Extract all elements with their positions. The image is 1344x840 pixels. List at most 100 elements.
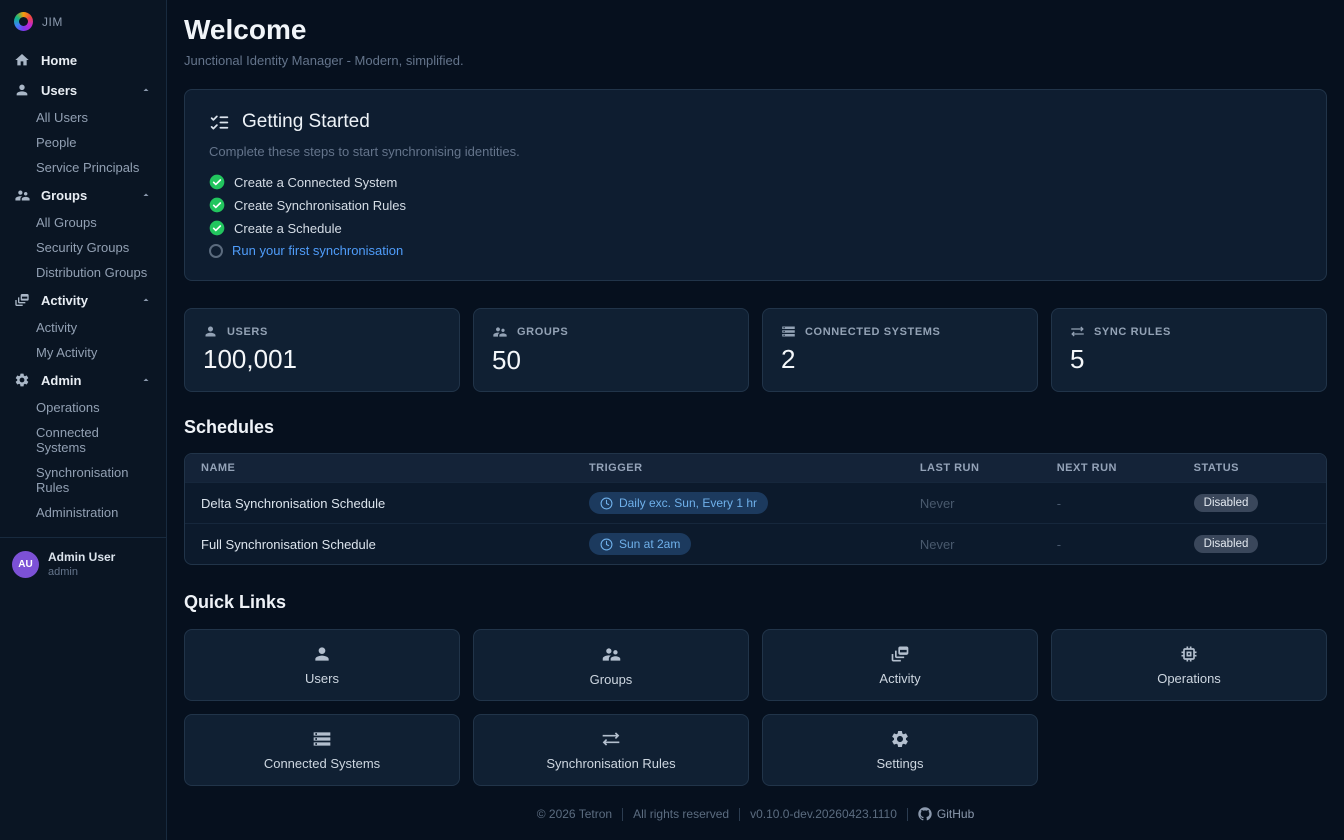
sidebar-item-activity[interactable]: Activity [0,315,166,340]
quick-link-operations[interactable]: Operations [1051,629,1327,701]
stat-value: 100,001 [203,344,441,375]
gear-icon [890,729,910,749]
getting-started-card: Getting Started Complete these steps to … [184,89,1327,281]
column-header-name: NAME [185,454,573,483]
next-run-value: - [1041,483,1178,524]
trigger-badge: Daily exc. Sun, Every 1 hr [589,492,768,514]
footer-copyright: © 2026 Tetron [537,807,612,821]
chevron-up-icon [140,374,152,386]
sidebar-item-service-principals[interactable]: Service Principals [0,155,166,180]
app-logo[interactable]: JIM [0,10,166,45]
person-icon [14,82,30,98]
schedules-table: NAME TRIGGER LAST RUN NEXT RUN STATUS De… [184,453,1327,565]
last-run-value: Never [904,483,1041,524]
clock-icon [600,497,613,510]
app-logo-text: JIM [42,15,63,29]
sidebar-item-operations[interactable]: Operations [0,395,166,420]
main-content: Welcome Junctional Identity Manager - Mo… [167,0,1344,840]
sidebar: JIM Home Users All Users People Service … [0,0,167,840]
sync-arrows-icon [601,729,621,749]
schedule-name: Full Synchronisation Schedule [185,524,573,565]
trigger-badge: Sun at 2am [589,533,691,555]
column-header-status: STATUS [1178,454,1326,483]
quick-links-grid: Users Groups Activity Operations Connect… [184,629,1327,786]
groups-icon [601,644,622,665]
footer: © 2026 Tetron All rights reserved v0.10.… [184,807,1327,821]
layers-icon [14,292,30,308]
sidebar-item-administration[interactable]: Administration [0,500,166,525]
sidebar-user[interactable]: AU Admin User admin [0,538,166,590]
sidebar-item-synchronisation-rules[interactable]: Synchronisation Rules [0,460,166,500]
person-icon [312,644,332,664]
stats-row: USERS 100,001 GROUPS 50 CONNECTED SYSTEM… [184,308,1327,392]
schedules-heading: Schedules [184,417,1327,438]
quick-links-heading: Quick Links [184,592,1327,613]
stat-card-users[interactable]: USERS 100,001 [184,308,460,392]
cpu-icon [1179,644,1199,664]
sidebar-section-label: Users [41,83,77,98]
github-link[interactable]: GitHub [918,807,974,821]
check-circle-icon [209,220,225,236]
getting-started-step-link[interactable]: Run your first synchronisation [209,243,1302,258]
quick-link-connected-systems[interactable]: Connected Systems [184,714,460,786]
stat-value: 50 [492,345,730,376]
sidebar-section-admin[interactable]: Admin [0,365,166,395]
user-name: Admin User [48,550,115,564]
footer-divider [622,808,623,821]
table-header-row: NAME TRIGGER LAST RUN NEXT RUN STATUS [185,454,1326,483]
sidebar-nav: Home Users All Users People Service Prin… [0,45,166,525]
getting-started-step: Create Synchronisation Rules [209,197,1302,213]
page-title: Welcome [184,14,1327,46]
sync-arrows-icon [1070,324,1085,339]
sidebar-item-all-groups[interactable]: All Groups [0,210,166,235]
sidebar-section-label: Admin [41,373,81,388]
stat-card-sync-rules[interactable]: SYNC RULES 5 [1051,308,1327,392]
person-icon [203,324,218,339]
footer-rights: All rights reserved [633,807,729,821]
sidebar-item-connected-systems[interactable]: Connected Systems [0,420,166,460]
empty-circle-icon [209,244,223,258]
quick-link-groups[interactable]: Groups [473,629,749,701]
quick-link-settings[interactable]: Settings [762,714,1038,786]
sidebar-item-my-activity[interactable]: My Activity [0,340,166,365]
schedule-name: Delta Synchronisation Schedule [185,483,573,524]
sidebar-item-distribution-groups[interactable]: Distribution Groups [0,260,166,285]
next-run-value: - [1041,524,1178,565]
chevron-up-icon [140,84,152,96]
status-badge: Disabled [1194,494,1259,512]
getting-started-step: Create a Schedule [209,220,1302,236]
avatar: AU [12,551,39,578]
sidebar-section-users[interactable]: Users [0,75,166,105]
getting-started-title: Getting Started [242,111,370,133]
status-badge: Disabled [1194,535,1259,553]
sidebar-section-groups[interactable]: Groups [0,180,166,210]
sidebar-section-label: Activity [41,293,88,308]
sidebar-section-activity[interactable]: Activity [0,285,166,315]
footer-divider [739,808,740,821]
footer-divider [907,808,908,821]
server-icon [312,729,332,749]
home-icon [14,52,30,68]
sidebar-item-home[interactable]: Home [0,45,166,75]
sidebar-item-all-users[interactable]: All Users [0,105,166,130]
sidebar-section-label: Groups [41,188,87,203]
sidebar-item-people[interactable]: People [0,130,166,155]
quick-link-users[interactable]: Users [184,629,460,701]
last-run-value: Never [904,524,1041,565]
chevron-up-icon [140,189,152,201]
quick-link-activity[interactable]: Activity [762,629,1038,701]
stat-card-groups[interactable]: GROUPS 50 [473,308,749,392]
chevron-up-icon [140,294,152,306]
sidebar-item-label: Home [41,53,77,68]
table-row[interactable]: Full Synchronisation Schedule Sun at 2am… [185,524,1326,565]
stat-card-connected-systems[interactable]: CONNECTED SYSTEMS 2 [762,308,1038,392]
stat-value: 2 [781,344,1019,375]
stat-value: 5 [1070,344,1308,375]
check-circle-icon [209,197,225,213]
column-header-trigger: TRIGGER [573,454,904,483]
quick-link-synchronisation-rules[interactable]: Synchronisation Rules [473,714,749,786]
table-row[interactable]: Delta Synchronisation Schedule Daily exc… [185,483,1326,524]
page-subtitle: Junctional Identity Manager - Modern, si… [184,53,1327,68]
sidebar-item-security-groups[interactable]: Security Groups [0,235,166,260]
getting-started-step: Create a Connected System [209,174,1302,190]
